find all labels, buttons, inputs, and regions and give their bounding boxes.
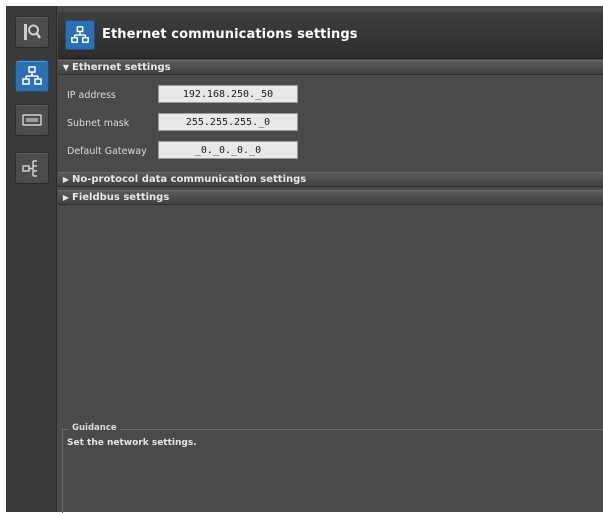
main-panel: Ethernet communications settings ▼ Ethern…	[58, 8, 603, 513]
section-label: No-protocol data communication settings	[72, 174, 307, 185]
section-ethernet-settings[interactable]: ▼ Ethernet settings	[58, 60, 603, 75]
sidebar-item-display[interactable]	[15, 104, 49, 136]
subnet-mask-input[interactable]: 255.255.255._0	[158, 113, 298, 131]
default-gateway-label: Default Gateway	[67, 146, 147, 157]
collapsed-triangle-icon: ▶	[62, 175, 70, 184]
section-fieldbus[interactable]: ▶ Fieldbus settings	[58, 190, 603, 205]
ip-address-label: IP address	[67, 90, 116, 101]
subnet-mask-label: Subnet mask	[67, 118, 130, 129]
collapsed-triangle-icon: ▶	[62, 193, 70, 202]
sidebar-item-fieldbus[interactable]	[15, 152, 49, 184]
section-no-protocol[interactable]: ▶ No-protocol data communication settings	[58, 172, 603, 187]
section-label: Ethernet settings	[72, 62, 171, 73]
sidebar-item-search-list[interactable]	[15, 16, 49, 48]
sidebar	[6, 6, 57, 512]
sidebar-item-network[interactable]	[15, 60, 49, 92]
guidance-box: Guidance Set the network settings.	[62, 423, 603, 513]
guidance-text: Set the network settings.	[67, 438, 197, 448]
expanded-triangle-icon: ▼	[62, 63, 70, 72]
section-label: Fieldbus settings	[72, 192, 170, 203]
page-title: Ethernet communications settings	[102, 27, 358, 42]
title-bar: Ethernet communications settings	[58, 12, 603, 59]
guidance-title: Guidance	[69, 423, 120, 433]
network-settings-icon	[65, 20, 95, 50]
ip-address-input[interactable]: 192.168.250._50	[158, 85, 298, 103]
default-gateway-input[interactable]: _0._0._0._0	[158, 141, 298, 159]
